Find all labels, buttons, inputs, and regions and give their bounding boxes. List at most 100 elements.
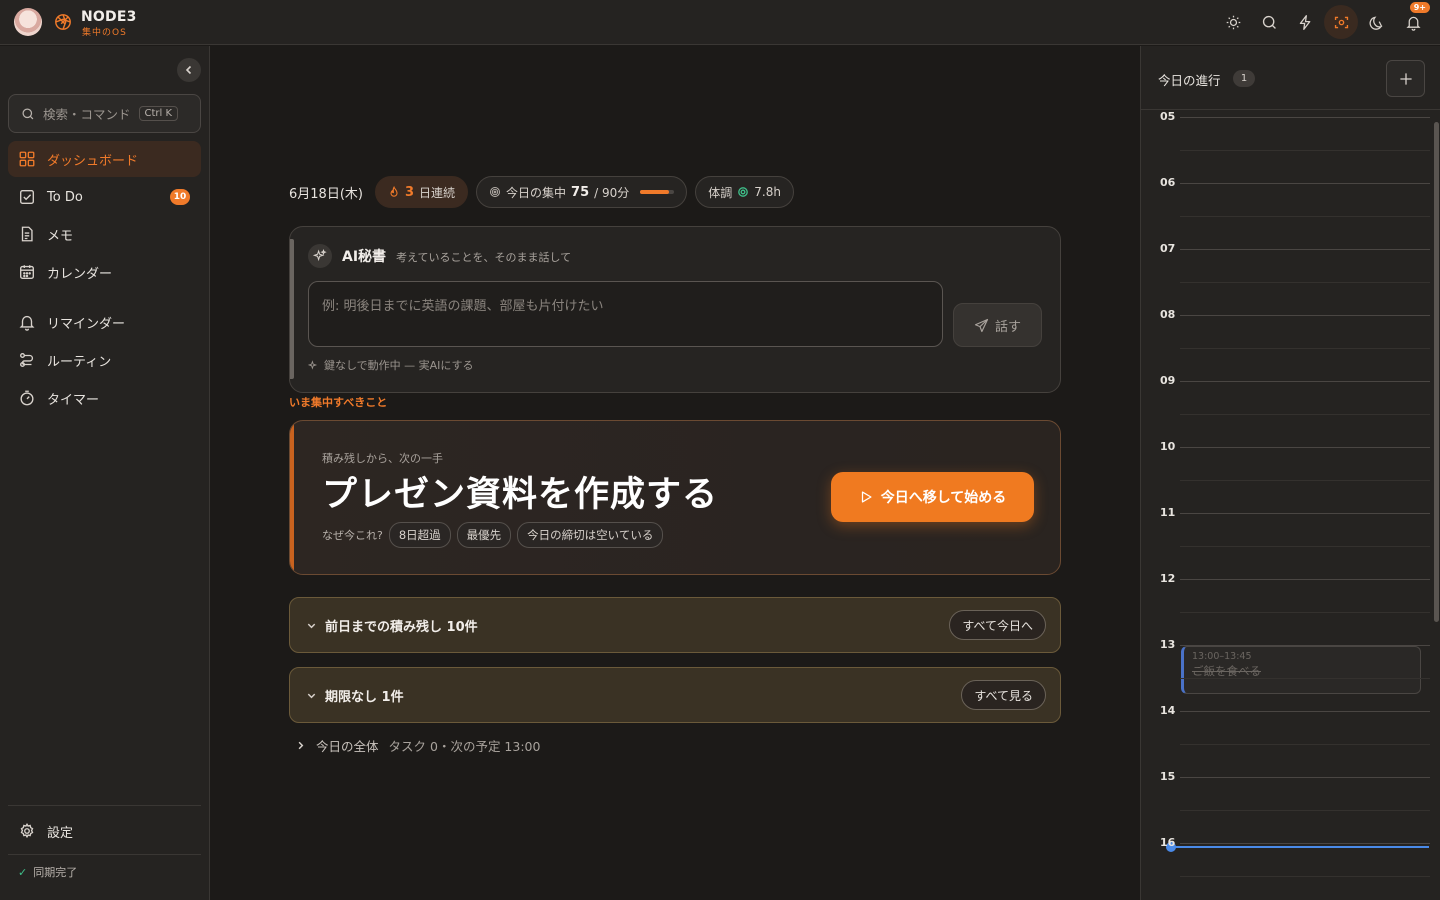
sidebar-item-label: ルーティン <box>47 354 112 370</box>
sidebar-item-calendar[interactable]: カレンダー <box>8 254 201 290</box>
reason-chip: 最優先 <box>456 522 512 548</box>
sync-status-label: 同期完了 <box>33 866 78 879</box>
ai-prompt-input[interactable]: 例: 明後日までに英語の課題、部屋も片付けたい <box>308 281 943 347</box>
health-pill: 体調 7.8h <box>695 176 794 208</box>
bell-icon <box>1405 16 1421 31</box>
hour-label: 12 <box>1160 572 1176 585</box>
start-today-button[interactable]: 今日へ移して始める <box>831 472 1034 522</box>
reason-chip: 今日の締切は空いている <box>517 522 664 548</box>
search-button[interactable] <box>1252 5 1286 39</box>
sidebar-item-settings[interactable]: 設定 <box>8 813 201 849</box>
top-bar: NODE3 集中のOS 9+ <box>0 0 1440 45</box>
current-time-line <box>1171 846 1429 848</box>
search-placeholder: 検索・コマンド <box>43 107 131 122</box>
sidebar-item-label: カレンダー <box>47 266 113 282</box>
hour-label: 13 <box>1160 638 1176 651</box>
sidebar-item-label: メモ <box>47 228 74 244</box>
user-avatar[interactable] <box>14 8 42 36</box>
health-label: 体調 <box>708 185 733 200</box>
focus-time-value: 75 <box>571 184 590 200</box>
ai-mode-note[interactable]: 鍵なしで動作中 — 実AIにする <box>308 357 474 373</box>
sidebar-item-label: ダッシュボード <box>47 153 139 169</box>
focus-time-goal: / 90分 <box>594 185 630 200</box>
focus-icon <box>1334 16 1348 28</box>
today-overview-toggle[interactable]: 今日の全体 タスク 0・次の予定 13:00 <box>295 736 540 755</box>
half-hour-line <box>1180 810 1430 811</box>
backlog-accordion[interactable]: 前日までの積み残し 10件 すべて今日へ <box>289 597 1061 653</box>
sidebar-search-input[interactable]: 検索・コマンド Ctrl K <box>8 94 201 133</box>
hour-line <box>1180 579 1430 580</box>
gear-icon <box>20 822 34 839</box>
theme-toggle-button[interactable] <box>1216 5 1250 39</box>
collapse-sidebar-button[interactable] <box>177 58 201 82</box>
plus-icon <box>1399 72 1412 85</box>
sidebar-item-todo[interactable]: To Do 10 <box>8 179 201 215</box>
overview-meta: タスク 0・次の予定 13:00 <box>388 739 541 754</box>
focus-time-label: 今日の集中 <box>506 185 567 200</box>
no-deadline-accordion[interactable]: 期限なし 1件 すべて見る <box>289 667 1061 723</box>
half-hour-line <box>1180 612 1430 613</box>
talk-button-label: 話す <box>994 319 1021 335</box>
panel-title: 今日の進行 <box>1158 73 1221 88</box>
send-icon <box>974 318 989 332</box>
health-value: 7.8h <box>754 185 781 199</box>
hour-line <box>1180 711 1430 712</box>
panel-header: 今日の進行 1 <box>1141 46 1440 110</box>
event-title: ご飯を食べる <box>1192 664 1261 678</box>
sun-icon <box>1226 15 1240 29</box>
notifications-button[interactable]: 9+ <box>1396 2 1430 39</box>
grid-icon <box>19 151 35 167</box>
hour-line <box>1180 777 1430 778</box>
sidebar-item-label: リマインダー <box>47 316 126 332</box>
view-all-button[interactable]: すべて見る <box>961 680 1046 710</box>
chevron-down-icon <box>307 693 316 698</box>
routine-icon <box>20 353 34 367</box>
quick-action-button[interactable] <box>1288 5 1322 39</box>
lightning-icon <box>1299 14 1310 30</box>
sidebar-item-routine[interactable]: ルーティン <box>8 342 201 378</box>
no-deadline-label: 期限なし 1件 <box>325 689 404 705</box>
scrollbar-thumb[interactable] <box>1434 122 1439 622</box>
play-icon <box>861 491 872 503</box>
half-hour-line <box>1180 876 1430 877</box>
sidebar-divider <box>8 805 201 806</box>
chevron-down-icon <box>307 623 316 628</box>
timer-icon <box>20 390 34 406</box>
hour-line <box>1180 117 1430 118</box>
timeline-scrollbar[interactable] <box>1433 110 1439 900</box>
focus-mode-button[interactable] <box>1324 5 1358 39</box>
logo-icon <box>55 14 71 30</box>
move-all-today-button[interactable]: すべて今日へ <box>949 610 1046 640</box>
chevron-right-icon <box>298 741 304 750</box>
calendar-icon <box>20 265 34 279</box>
ai-assistant-card: AI秘書 考えていることを、そのまま話して 例: 明後日までに英語の課題、部屋も… <box>289 226 1061 393</box>
sidebar-item-label: To Do <box>47 189 83 205</box>
ring-icon <box>738 187 749 197</box>
add-event-button[interactable] <box>1386 60 1425 97</box>
talk-button[interactable]: 話す <box>953 303 1042 347</box>
focus-section-label: いま集中すべきこと <box>289 396 388 409</box>
hour-label: 05 <box>1160 110 1176 123</box>
calendar-event[interactable]: 13:00–13:45 ご飯を食べる <box>1181 646 1421 694</box>
half-hour-line <box>1180 216 1430 217</box>
start-button-label: 今日へ移して始める <box>880 490 1007 506</box>
hour-line <box>1180 843 1430 844</box>
sidebar-item-dashboard[interactable]: ダッシュボード <box>8 141 201 177</box>
hour-line <box>1180 447 1430 448</box>
hour-line <box>1180 315 1430 316</box>
brand-name: NODE3 <box>81 9 137 25</box>
status-row: 6月18日(木) 3 日連続 今日の集中 75 / 90分 体調 7.8h <box>289 176 794 208</box>
sparkle-icon <box>308 244 332 268</box>
sidebar-item-memo[interactable]: メモ <box>8 216 201 252</box>
hour-label: 10 <box>1160 440 1176 453</box>
timeline[interactable]: 13:00–13:45 ご飯を食べる 05 06 07 08 09 10 11 12 13 14 1… <box>1141 110 1440 900</box>
brand-tagline: 集中のOS <box>82 28 127 38</box>
hour-line <box>1180 645 1430 646</box>
overview-label: 今日の全体 <box>316 739 379 754</box>
sidebar-item-reminder[interactable]: リマインダー <box>8 304 201 340</box>
hour-label: 06 <box>1160 176 1176 189</box>
search-shortcut: Ctrl K <box>138 106 179 121</box>
night-mode-button[interactable] <box>1360 5 1394 39</box>
sidebar-item-timer[interactable]: タイマー <box>8 380 201 416</box>
hour-label: 07 <box>1160 242 1176 255</box>
